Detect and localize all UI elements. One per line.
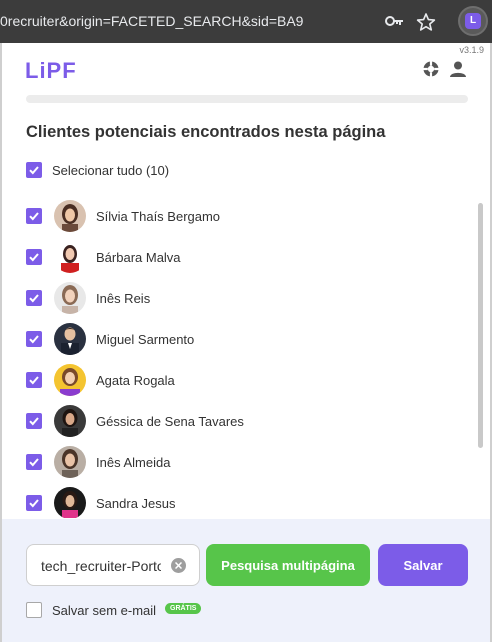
avatar xyxy=(54,446,86,478)
lead-checkbox[interactable] xyxy=(26,454,42,470)
lead-row[interactable]: Agata Rogala xyxy=(26,362,446,396)
lead-row[interactable]: Miguel Sarmento xyxy=(26,321,446,355)
lead-name[interactable]: Sílvia Thaís Bergamo xyxy=(96,209,220,224)
footer-panel: Pesquisa multipágina Salvar Salvar sem e… xyxy=(2,519,490,642)
avatar xyxy=(54,200,86,232)
checkmark-icon xyxy=(29,335,39,344)
lead-row[interactable]: Inês Almeida xyxy=(26,444,446,478)
leads-list[interactable]: Sílvia Thaís Bergamo Bárbara Malva Inês … xyxy=(2,198,472,518)
avatar xyxy=(54,487,86,518)
version-label: v3.1.9 xyxy=(459,45,484,55)
lead-checkbox[interactable] xyxy=(26,249,42,265)
list-name-field[interactable] xyxy=(26,544,200,586)
browser-toolbar: 0recruiter&origin=FACETED_SEARCH&sid=BA9… xyxy=(0,0,492,43)
save-without-email[interactable]: Salvar sem e-mail GRÁTIS xyxy=(26,601,286,621)
list-scrollbar[interactable] xyxy=(478,203,483,448)
save-without-email-checkbox[interactable] xyxy=(26,602,42,618)
address-bar-url[interactable]: 0recruiter&origin=FACETED_SEARCH&sid=BA9 xyxy=(0,13,303,29)
lead-name[interactable]: Sandra Jesus xyxy=(96,496,176,511)
lead-name[interactable]: Agata Rogala xyxy=(96,373,175,388)
checkmark-icon xyxy=(29,294,39,303)
lead-checkbox[interactable] xyxy=(26,413,42,429)
checkmark-icon xyxy=(29,253,39,262)
select-all-checkbox[interactable] xyxy=(26,162,42,178)
checkmark-icon xyxy=(29,376,39,385)
multipage-search-button[interactable]: Pesquisa multipágina xyxy=(206,544,370,586)
logo: LiPF xyxy=(25,58,77,83)
lead-checkbox[interactable] xyxy=(26,495,42,511)
lead-name[interactable]: Bárbara Malva xyxy=(96,250,181,265)
lead-row[interactable]: Géssica de Sena Tavares xyxy=(26,403,446,437)
checkmark-icon xyxy=(29,417,39,426)
lead-checkbox[interactable] xyxy=(26,372,42,388)
extension-popup: v3.1.9 LiPF Clientes potenciais encontra… xyxy=(2,43,490,642)
progress-bar xyxy=(26,95,468,103)
lifebuoy-icon[interactable] xyxy=(422,60,440,78)
extension-letter: L xyxy=(465,13,481,29)
select-all-label: Selecionar tudo (10) xyxy=(52,163,170,178)
avatar xyxy=(54,282,86,314)
lead-checkbox[interactable] xyxy=(26,331,42,347)
save-without-email-label: Salvar sem e-mail xyxy=(52,603,157,618)
lead-name[interactable]: Géssica de Sena Tavares xyxy=(96,414,244,429)
avatar xyxy=(54,323,86,355)
lead-row[interactable]: Sílvia Thaís Bergamo xyxy=(26,198,446,232)
checkmark-icon xyxy=(29,212,39,221)
lead-row[interactable]: Inês Reis xyxy=(26,280,446,314)
checkmark-icon xyxy=(29,458,39,467)
lead-checkbox[interactable] xyxy=(26,208,42,224)
key-icon[interactable] xyxy=(384,13,404,29)
clear-icon[interactable] xyxy=(171,558,186,573)
lead-name[interactable]: Miguel Sarmento xyxy=(96,332,194,347)
checkmark-icon xyxy=(29,166,39,175)
user-icon[interactable] xyxy=(449,60,467,78)
extension-button[interactable]: L xyxy=(458,6,488,36)
checkmark-icon xyxy=(29,499,39,508)
lead-name[interactable]: Inês Almeida xyxy=(96,455,170,470)
lead-checkbox[interactable] xyxy=(26,290,42,306)
avatar xyxy=(54,364,86,396)
lead-row[interactable]: Sandra Jesus xyxy=(26,485,446,518)
lead-row[interactable]: Bárbara Malva xyxy=(26,239,446,273)
select-all[interactable]: Selecionar tudo (10) xyxy=(26,161,326,181)
page-title: Clientes potenciais encontrados nesta pá… xyxy=(26,123,386,141)
avatar xyxy=(54,241,86,273)
avatar xyxy=(54,405,86,437)
lead-name[interactable]: Inês Reis xyxy=(96,291,150,306)
save-button[interactable]: Salvar xyxy=(378,544,468,586)
free-badge: GRÁTIS xyxy=(165,603,202,614)
close-icon xyxy=(175,562,182,569)
list-name-input[interactable] xyxy=(41,556,161,576)
star-icon[interactable] xyxy=(416,12,436,32)
